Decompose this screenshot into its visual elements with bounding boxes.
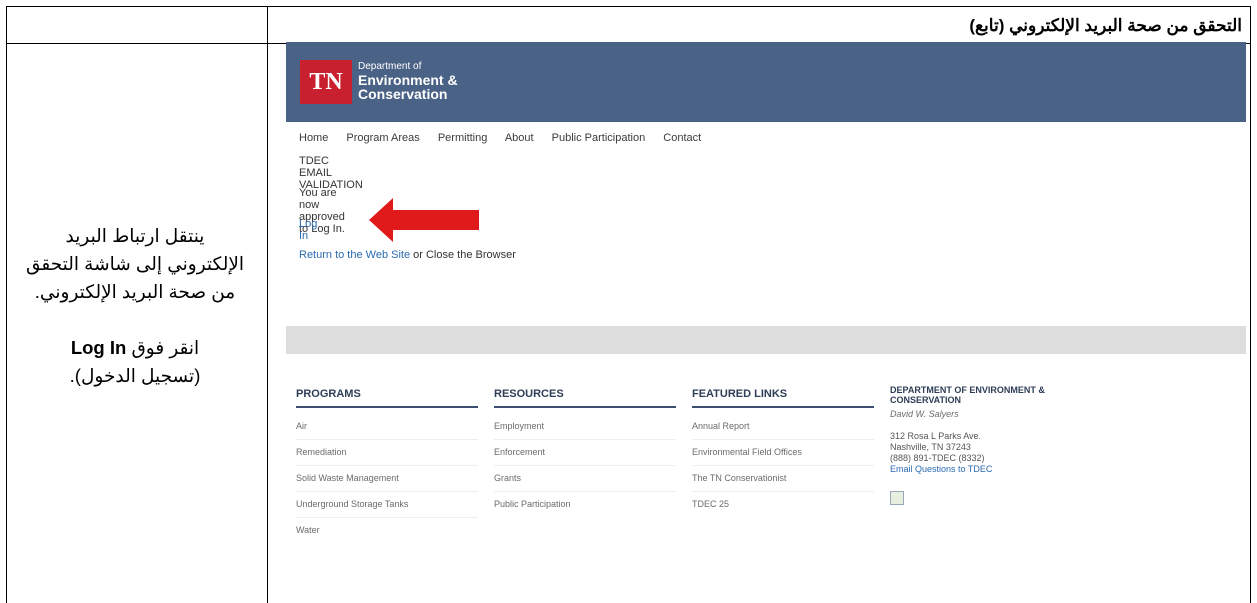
dept-address-line-1: 312 Rosa L Parks Ave. bbox=[890, 431, 982, 441]
footer-link[interactable]: Annual Report bbox=[692, 414, 874, 440]
footer-link[interactable]: Air bbox=[296, 414, 478, 440]
footer-link[interactable]: Grants bbox=[494, 466, 676, 492]
dept-address: 312 Rosa L Parks Ave. Nashville, TN 3724… bbox=[890, 431, 1120, 475]
footer-link[interactable]: Underground Storage Tanks bbox=[296, 492, 478, 518]
footer-link[interactable]: TDEC 25 bbox=[692, 492, 874, 517]
login-link[interactable]: Log In bbox=[299, 218, 317, 242]
return-link[interactable]: Return to the Web Site bbox=[299, 249, 410, 261]
footer-link[interactable]: Environmental Field Offices bbox=[692, 440, 874, 466]
footer-divider-bar bbox=[286, 326, 1246, 354]
site-header: TN Department of Environment & Conservat… bbox=[286, 42, 1246, 122]
nav-permitting[interactable]: Permitting bbox=[438, 132, 488, 144]
note-line-2: الإلكتروني إلى شاشة التحقق bbox=[25, 253, 245, 274]
note-login-bold: Log In bbox=[70, 337, 127, 358]
note-line-5: (تسجيل الدخول). bbox=[69, 365, 201, 386]
footer-programs: PROGRAMS Air Remediation Solid Waste Man… bbox=[296, 388, 478, 543]
footer-link[interactable]: Water bbox=[296, 518, 478, 543]
footer-department-info: DEPARTMENT OF ENVIRONMENT & CONSERVATION… bbox=[890, 385, 1120, 505]
main-nav: Home Program Areas Permitting About Publ… bbox=[299, 132, 716, 144]
nav-public-participation[interactable]: Public Participation bbox=[552, 132, 646, 144]
column-divider bbox=[267, 7, 268, 603]
tn-logo-icon[interactable]: TN bbox=[300, 60, 352, 104]
footer-link[interactable]: The TN Conservationist bbox=[692, 466, 874, 492]
dept-phone: (888) 891-TDEC (8332) bbox=[890, 453, 985, 463]
table-header-row: التحقق من صحة البريد الإلكتروني (تابع) bbox=[7, 7, 1250, 44]
instruction-note: ينتقل ارتباط البريد الإلكتروني إلى شاشة … bbox=[15, 222, 255, 390]
footer-featured-title: FEATURED LINKS bbox=[692, 388, 874, 408]
footer-link[interactable]: Public Participation bbox=[494, 492, 676, 517]
footer-link[interactable]: Remediation bbox=[296, 440, 478, 466]
return-suffix: or Close the Browser bbox=[410, 249, 516, 261]
logo-line-3: Conservation bbox=[358, 86, 448, 102]
note-gap bbox=[15, 306, 255, 334]
document-title: التحقق من صحة البريد الإلكتروني (تابع) bbox=[969, 16, 1242, 35]
broken-image-icon bbox=[890, 491, 904, 505]
footer-resources-title: RESOURCES bbox=[494, 388, 676, 408]
nav-home[interactable]: Home bbox=[299, 132, 328, 144]
note-line-3: من صحة البريد الإلكتروني. bbox=[34, 281, 236, 302]
nav-about[interactable]: About bbox=[505, 132, 534, 144]
dept-name-line-2: CONSERVATION bbox=[890, 395, 962, 405]
dept-address-line-2: Nashville, TN 37243 bbox=[890, 442, 971, 452]
footer-link[interactable]: Enforcement bbox=[494, 440, 676, 466]
red-arrow-icon bbox=[369, 198, 479, 242]
footer-featured-links: FEATURED LINKS Annual Report Environment… bbox=[692, 388, 874, 517]
note-line-4: انقر فوق Log In bbox=[15, 334, 255, 362]
return-line: Return to the Web Site or Close the Brow… bbox=[299, 249, 516, 261]
website-screenshot: TN Department of Environment & Conservat… bbox=[286, 42, 1246, 597]
dept-email-link[interactable]: Email Questions to TDEC bbox=[890, 464, 1120, 475]
logo-text[interactable]: Department of Environment & Conservation bbox=[358, 61, 458, 101]
page-heading: TDEC EMAIL VALIDATION bbox=[299, 155, 363, 191]
footer-resources: RESOURCES Employment Enforcement Grants … bbox=[494, 388, 676, 517]
dept-name-line-1: DEPARTMENT OF ENVIRONMENT & bbox=[890, 385, 1045, 395]
dept-commissioner: David W. Salyers bbox=[890, 409, 959, 419]
footer-link[interactable]: Employment bbox=[494, 414, 676, 440]
note-line-1: ينتقل ارتباط البريد bbox=[65, 225, 205, 246]
nav-contact[interactable]: Contact bbox=[663, 132, 701, 144]
footer-programs-title: PROGRAMS bbox=[296, 388, 478, 408]
footer-link[interactable]: Solid Waste Management bbox=[296, 466, 478, 492]
logo-line-2: Environment & bbox=[358, 72, 458, 88]
note-click-prefix: انقر فوق bbox=[131, 337, 200, 358]
nav-program-areas[interactable]: Program Areas bbox=[346, 132, 419, 144]
